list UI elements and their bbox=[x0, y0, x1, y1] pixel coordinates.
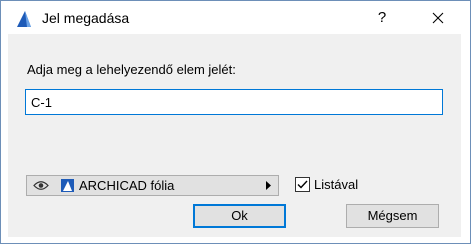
help-button[interactable]: ? bbox=[359, 3, 405, 33]
eye-icon bbox=[33, 181, 49, 190]
layer-label: ARCHICAD fólia bbox=[79, 178, 175, 193]
list-checkbox-label[interactable]: Listával bbox=[314, 177, 358, 193]
element-id-input[interactable] bbox=[25, 89, 443, 115]
layer-selector[interactable]: ARCHICAD fólia bbox=[26, 175, 279, 196]
prompt-label: Adja meg a lehelyezendő elem jelét: bbox=[27, 62, 236, 77]
archicad-layer-icon bbox=[61, 179, 74, 192]
cancel-button[interactable]: Mégsem bbox=[346, 204, 439, 228]
checkmark-icon bbox=[297, 180, 308, 189]
list-checkbox[interactable] bbox=[295, 177, 310, 192]
title-bar: Jel megadása ? bbox=[1, 1, 470, 35]
ok-button[interactable]: Ok bbox=[193, 204, 286, 228]
archicad-app-icon bbox=[17, 11, 31, 27]
close-button[interactable] bbox=[415, 3, 461, 33]
window-title: Jel megadása bbox=[42, 10, 130, 26]
close-icon bbox=[432, 12, 444, 24]
submenu-arrow-icon bbox=[266, 181, 271, 190]
